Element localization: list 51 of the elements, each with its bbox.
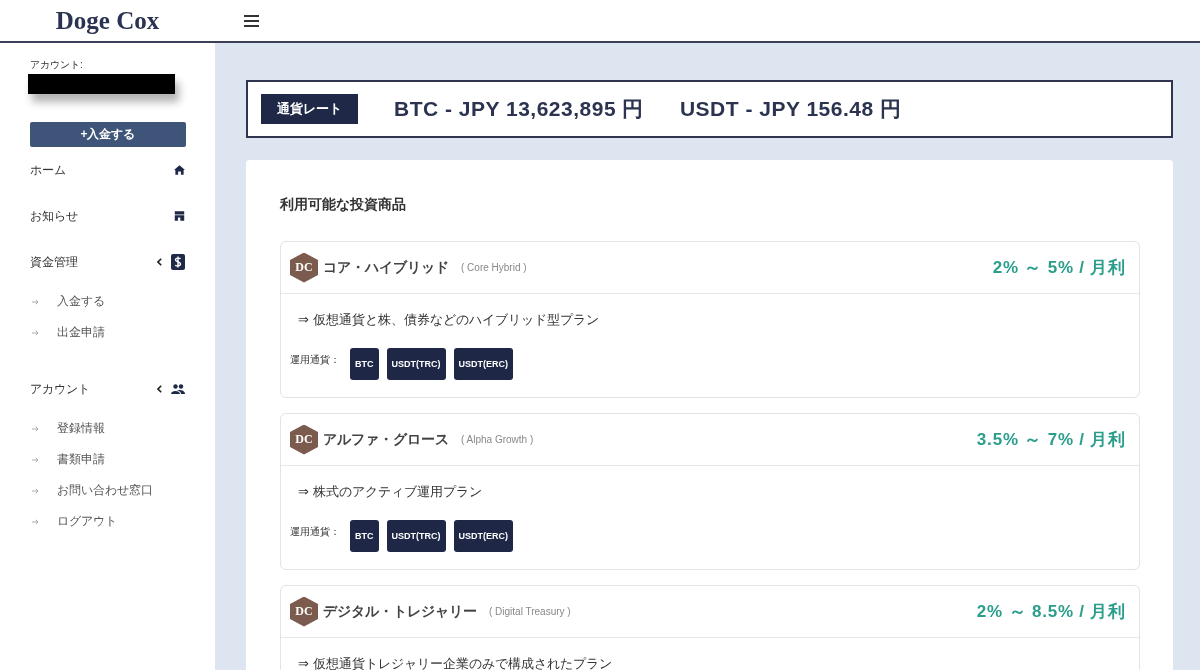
arrow-icon [32, 329, 39, 336]
product-english-name: ( Digital Treasury ) [489, 606, 571, 617]
product-logo: DC [290, 252, 318, 283]
currency-label: 運用通貨： [290, 353, 340, 367]
home-icon [174, 165, 185, 175]
arrow-icon [32, 425, 39, 432]
arrow-icon [32, 298, 39, 305]
product-description: ⇒ 仮想通貨と株、債券などのハイブリッド型プラン [298, 311, 599, 329]
product-logo: DC [290, 596, 318, 627]
monthly-rate: 3.5% ～ 7% / 月利 [976, 429, 1126, 451]
product-logo: DC [290, 424, 318, 455]
currency-label: 運用通貨： [290, 525, 340, 539]
section-title: 利用可能な投資商品 [280, 195, 406, 213]
currency-tag: BTC [350, 348, 379, 380]
nav-subitem[interactable]: ログアウト [0, 506, 215, 537]
nav-subitem[interactable]: お問い合わせ窓口 [0, 475, 215, 506]
nav-subitem[interactable]: 出金申請 [0, 317, 215, 348]
product-name: アルファ・グロース [323, 430, 449, 449]
nav-subitem[interactable]: 書類申請 [0, 444, 215, 475]
arrow-icon [32, 518, 39, 525]
rate-text: BTC - JPY 13,623,895 円 [394, 96, 644, 122]
deposit-button[interactable]: +入金する [30, 122, 186, 147]
arrow-icon [32, 456, 39, 463]
currency-tag: USDT(ERC) [453, 348, 513, 380]
monthly-rate: 2% ～ 5% / 月利 [992, 257, 1126, 279]
currency-tag: USDT(TRC) [386, 348, 446, 380]
people-icon [171, 384, 185, 394]
rate-text: USDT - JPY 156.48 円 [679, 96, 902, 122]
currency-tag: USDT(ERC) [453, 520, 513, 552]
nav-item[interactable]: お知らせ [0, 193, 215, 239]
nav-subitem[interactable]: 登録情報 [0, 413, 215, 444]
brand-logo[interactable]: Doge Cox [55, 6, 160, 35]
currency-tag: BTC [350, 520, 379, 552]
nav-item[interactable]: アカウント [0, 366, 215, 412]
product-name: デジタル・トレジャリー [323, 602, 477, 621]
product-description: ⇒ 株式のアクティブ運用プラン [298, 483, 482, 501]
product-name: コア・ハイブリッド [323, 258, 449, 277]
dollar-icon [171, 254, 185, 270]
currency-tag: USDT(TRC) [386, 520, 446, 552]
nav-item[interactable]: 資金管理 [0, 239, 215, 285]
store-icon [174, 211, 185, 221]
product-english-name: ( Alpha Growth ) [461, 434, 534, 445]
account-label: アカウント: [30, 59, 83, 71]
monthly-rate: 2% ～ 8.5% / 月利 [976, 601, 1126, 623]
product-english-name: ( Core Hybrid ) [461, 262, 527, 273]
rate-badge: 通貨レート [261, 94, 358, 124]
nav-item[interactable]: ホーム [0, 147, 215, 193]
arrow-icon [32, 487, 39, 494]
product-description: ⇒ 仮想通貨トレジャリー企業のみで構成されたプラン [298, 655, 612, 670]
nav-subitem[interactable]: 入金する [0, 286, 215, 317]
menu-icon[interactable] [244, 14, 259, 27]
